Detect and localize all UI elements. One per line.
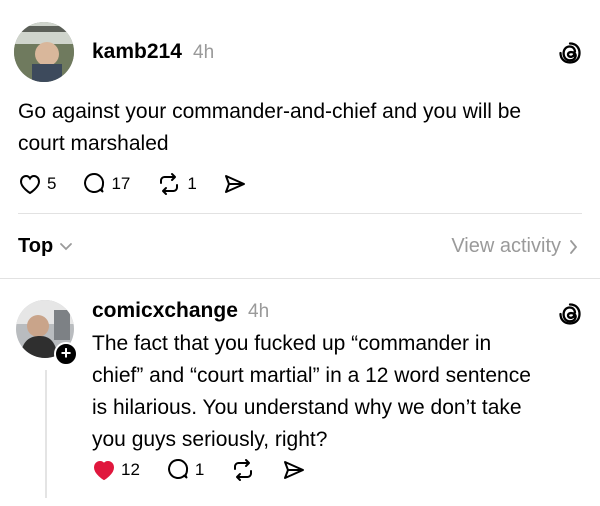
reply-button[interactable]: 1 (166, 458, 204, 482)
repost-count: 1 (187, 174, 197, 193)
like-button[interactable]: 5 (18, 173, 56, 195)
post-text-line-1: Go against your commander-and-chief and … (18, 100, 522, 123)
comment-icon (84, 173, 105, 194)
sort-label: Top (18, 235, 54, 257)
follow-plus-badge[interactable]: + (54, 342, 78, 366)
reply-text-line-4: you guys seriously, right? (92, 428, 328, 451)
reply-actions: 12 1 (92, 458, 332, 482)
post-text-line-2: court marshaled (18, 132, 169, 155)
share-button[interactable] (282, 459, 306, 481)
reply-count: 1 (194, 460, 205, 479)
like-button[interactable]: 12 (92, 459, 140, 481)
post-actions: 5 17 1 (18, 172, 273, 196)
view-activity-label: View activity (451, 235, 561, 257)
reply-text-line-3: is hilarious. You understand why we don’… (92, 396, 522, 419)
heart-icon (19, 174, 41, 195)
repost-icon (160, 173, 179, 195)
heart-filled-icon (93, 460, 115, 481)
like-count: 5 (47, 174, 57, 193)
view-activity-link[interactable]: View activity (451, 235, 578, 258)
send-icon (224, 175, 245, 193)
reply-username[interactable]: comicxchange (92, 299, 238, 323)
threads-logo-icon[interactable] (556, 39, 584, 67)
repost-button[interactable] (230, 458, 256, 482)
reply-button[interactable]: 17 (82, 172, 130, 196)
post-timestamp: 4h (193, 42, 215, 63)
reply-count: 17 (111, 174, 131, 193)
repost-icon (234, 459, 253, 481)
reply-timestamp: 4h (248, 301, 270, 322)
reply-text-line-2: chief” and “court martial” in a 12 word … (92, 364, 531, 387)
share-button[interactable] (223, 173, 247, 195)
chevron-right-icon (570, 239, 578, 254)
post-avatar[interactable] (14, 22, 74, 82)
threads-logo-icon[interactable] (556, 300, 584, 328)
repost-button[interactable]: 1 (156, 172, 197, 196)
divider-bottom (0, 278, 600, 279)
send-icon (284, 461, 305, 479)
sort-dropdown[interactable]: Top (18, 235, 73, 258)
chevron-down-icon (60, 242, 73, 250)
post-username[interactable]: kamb214 (92, 40, 182, 64)
divider-top (18, 213, 582, 214)
comment-icon (167, 459, 188, 480)
reply-text-line-1: The fact that you fucked up “commander i… (92, 332, 492, 355)
like-count: 12 (121, 460, 140, 479)
thread-connector-line (45, 370, 47, 498)
